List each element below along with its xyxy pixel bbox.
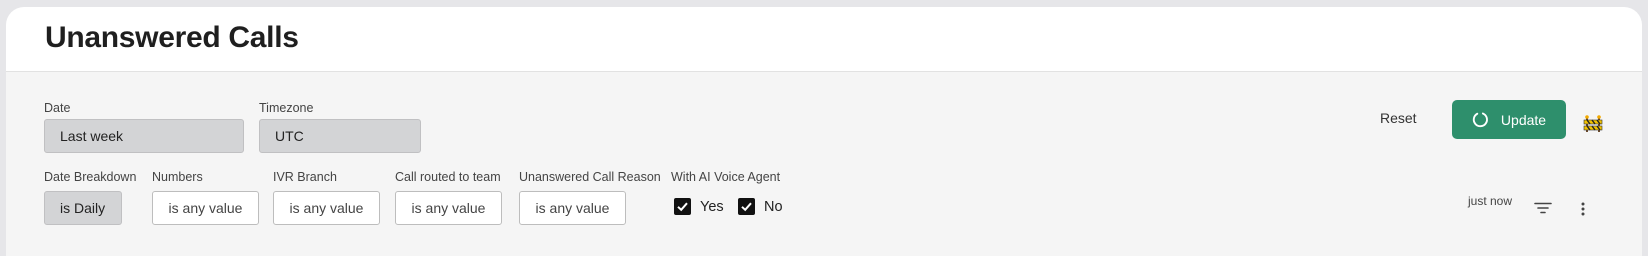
date-filter-label: Date xyxy=(44,101,71,115)
checkbox-checked-icon[interactable] xyxy=(674,198,691,215)
ai-voice-agent-yes-option[interactable]: Yes xyxy=(674,198,724,215)
ai-voice-agent-yes-label: Yes xyxy=(700,198,724,215)
timezone-filter-field[interactable]: UTC xyxy=(259,119,421,153)
numbers-filter-field[interactable]: is any value xyxy=(152,191,259,225)
dashboard-card: Unanswered Calls Date Last week Timezone… xyxy=(6,7,1642,256)
date-breakdown-label: Date Breakdown xyxy=(44,170,137,184)
call-routed-label: Call routed to team xyxy=(395,170,501,184)
last-updated-text: just now xyxy=(1468,194,1513,208)
ai-voice-agent-no-label: No xyxy=(764,198,783,215)
ivr-branch-label: IVR Branch xyxy=(273,170,337,184)
numbers-filter-label: Numbers xyxy=(152,170,203,184)
timezone-filter-label: Timezone xyxy=(259,101,314,115)
filter-panel: Date Last week Timezone UTC Date Breakdo… xyxy=(6,72,1642,256)
unanswered-reason-field[interactable]: is any value xyxy=(519,191,626,225)
date-breakdown-field[interactable]: is Daily xyxy=(44,191,122,225)
ivr-branch-field[interactable]: is any value xyxy=(273,191,380,225)
ai-voice-agent-label: With AI Voice Agent xyxy=(671,170,781,184)
refresh-icon xyxy=(1472,112,1488,128)
update-button-label: Update xyxy=(1500,111,1547,128)
call-routed-field[interactable]: is any value xyxy=(395,191,502,225)
more-vertical-icon[interactable] xyxy=(1577,201,1589,217)
filter-lines-icon[interactable] xyxy=(1533,201,1553,215)
dashboard-header: Unanswered Calls xyxy=(6,7,1642,72)
roadblock-icon[interactable] xyxy=(1583,114,1603,134)
ai-voice-agent-no-option[interactable]: No xyxy=(738,198,783,215)
reset-button[interactable]: Reset xyxy=(1380,110,1417,126)
date-filter-field[interactable]: Last week xyxy=(44,119,244,153)
page-title: Unanswered Calls xyxy=(45,21,299,54)
update-button[interactable]: Update xyxy=(1452,100,1566,139)
checkbox-checked-icon[interactable] xyxy=(738,198,755,215)
unanswered-reason-label: Unanswered Call Reason xyxy=(519,170,661,184)
